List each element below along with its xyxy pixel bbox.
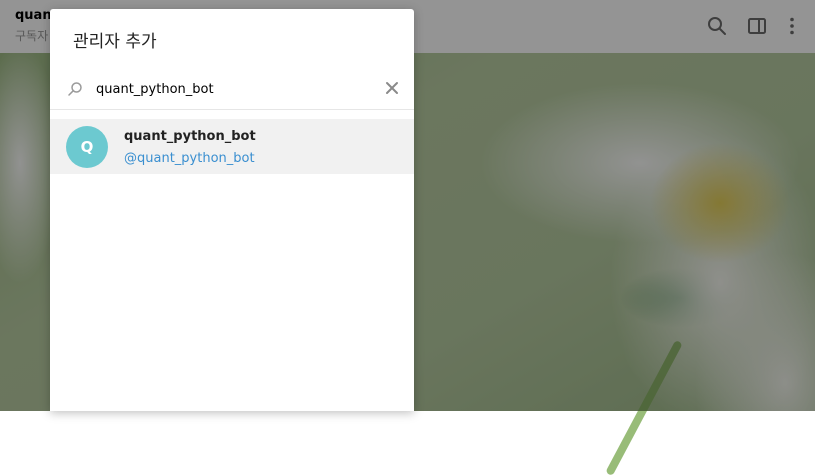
dialog-title: 관리자 추가 [73,32,157,52]
result-handle: @quant_python_bot [124,151,255,166]
search-bar [50,69,414,110]
search-small-icon [67,81,83,97]
search-input[interactable] [96,78,366,100]
list-item[interactable]: Q quant_python_bot @quant_python_bot [50,119,414,174]
result-name: quant_python_bot [124,129,256,144]
close-icon[interactable] [384,80,400,96]
avatar: Q [66,126,108,168]
add-admin-dialog: 관리자 추가 Q quant_python_bot @quant_python_… [50,9,414,411]
